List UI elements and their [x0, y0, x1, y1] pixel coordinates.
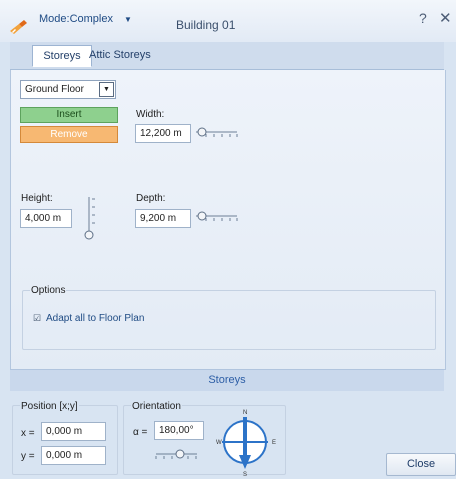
height-field[interactable]: 4,000 m: [20, 209, 72, 228]
help-icon[interactable]: ?: [419, 10, 427, 26]
storey-select[interactable]: Ground Floor ▼: [20, 80, 116, 99]
tab-strip: Storeys Attic Storeys: [10, 42, 444, 70]
position-y-field[interactable]: 0,000 m: [41, 446, 106, 465]
depth-slider-thumb: [197, 211, 207, 221]
orientation-slider-thumb: [175, 449, 185, 459]
mode-dropdown[interactable]: Mode:Complex ▼: [39, 13, 132, 25]
depth-label: Depth:: [136, 193, 166, 204]
storey-select-value: Ground Floor: [25, 84, 84, 95]
options-title: Options: [30, 285, 67, 296]
adapt-checkbox[interactable]: ☑: [33, 314, 41, 323]
compass-icon[interactable]: N S W E: [214, 405, 278, 477]
building-dialog: Mode:Complex ▼ Building 01 ? ✕ Storeys A…: [0, 0, 456, 479]
window-title: Building 01: [176, 18, 236, 32]
x-label: x =: [21, 428, 35, 439]
alpha-label: α =: [133, 427, 148, 438]
orientation-title: Orientation: [131, 401, 182, 412]
y-label: y =: [21, 451, 35, 462]
title-bar: Mode:Complex ▼ Building 01 ? ✕: [0, 0, 456, 42]
width-slider[interactable]: [194, 125, 238, 139]
dropdown-arrow-icon[interactable]: ▼: [99, 82, 114, 97]
orientation-slider[interactable]: [154, 447, 198, 461]
depth-slider[interactable]: [194, 209, 238, 223]
width-field[interactable]: 12,200 m: [135, 124, 191, 143]
compass-e: E: [272, 440, 276, 446]
close-icon[interactable]: ✕: [439, 9, 452, 27]
close-button[interactable]: Close: [386, 453, 456, 476]
compass-n: N: [243, 410, 247, 416]
compass-w: W: [216, 440, 222, 446]
width-slider-thumb: [197, 127, 207, 137]
building-pencil-icon: [10, 20, 27, 34]
position-x-field[interactable]: 0,000 m: [41, 422, 106, 441]
height-label: Height:: [21, 193, 53, 204]
mode-label: Mode:Complex: [39, 13, 113, 25]
tab-attic-storeys[interactable]: Attic Storeys: [89, 45, 151, 65]
height-slider[interactable]: [83, 195, 97, 241]
compass-s: S: [243, 472, 247, 477]
chevron-down-icon: ▼: [124, 15, 132, 24]
depth-field[interactable]: 9,200 m: [135, 209, 191, 228]
remove-button[interactable]: Remove: [20, 126, 118, 143]
tab-storeys[interactable]: Storeys: [32, 45, 92, 67]
height-slider-thumb: [84, 230, 94, 240]
adapt-checkbox-label[interactable]: Adapt all to Floor Plan: [46, 313, 144, 324]
width-label: Width:: [136, 109, 165, 120]
position-title: Position [x;y]: [20, 401, 79, 412]
insert-button[interactable]: Insert: [20, 107, 118, 123]
storeys-footer-bar: Storeys: [10, 369, 444, 391]
orientation-angle-field[interactable]: 180,00°: [154, 421, 204, 440]
